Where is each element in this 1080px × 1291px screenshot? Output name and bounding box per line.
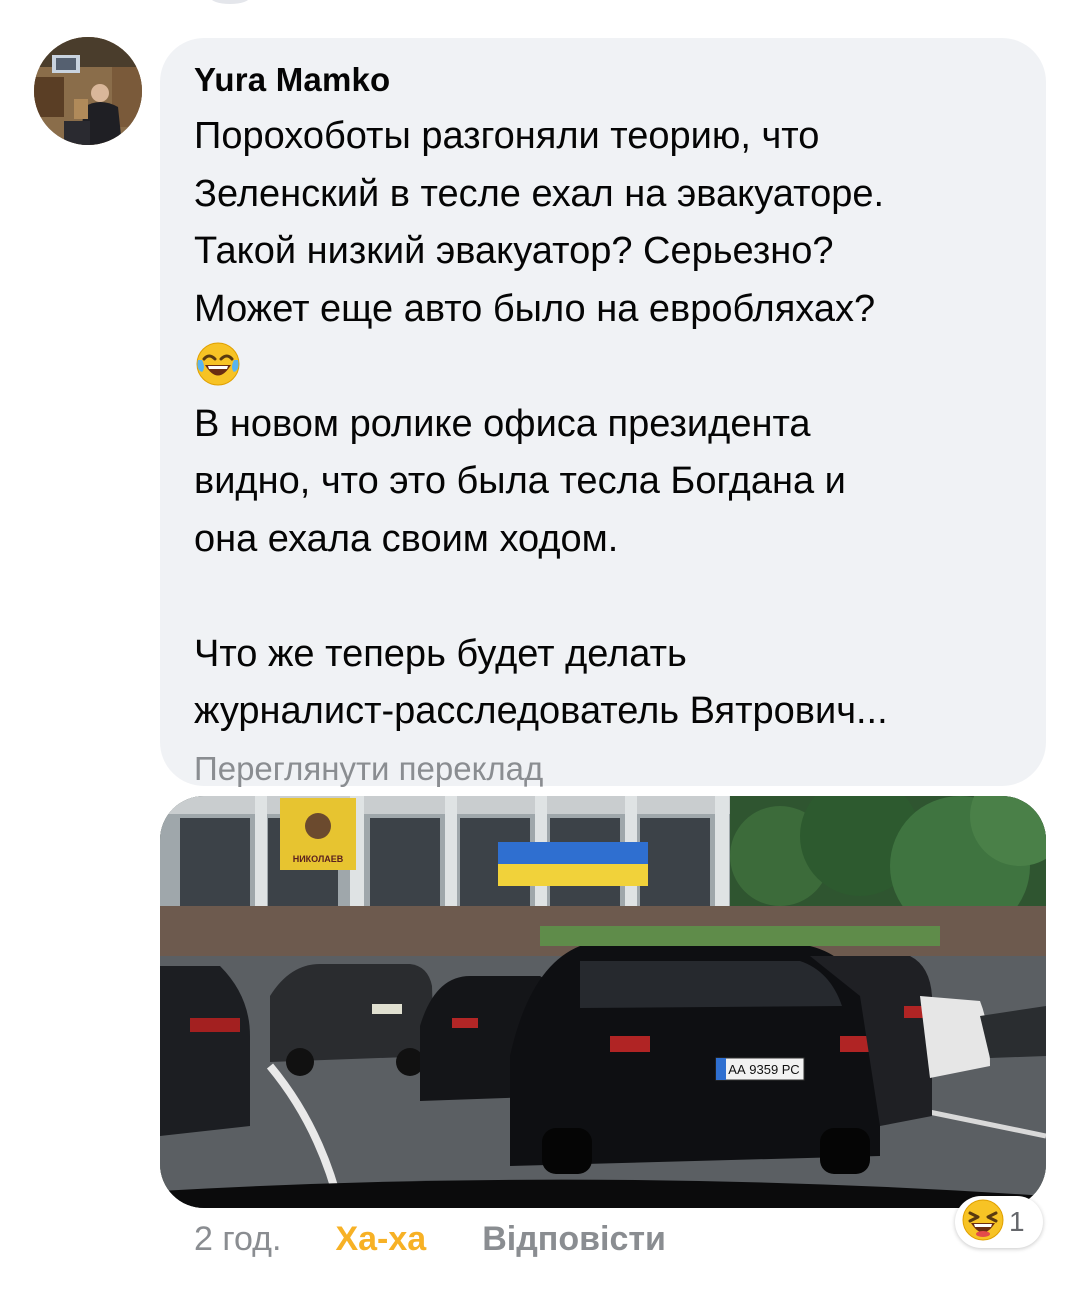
avatar-photo bbox=[34, 37, 142, 145]
comment-text-part1: Порохоботы разгоняли теорию, что Зеленск… bbox=[194, 115, 885, 330]
haha-reaction-icon bbox=[961, 1198, 1005, 1247]
haha-reaction-button[interactable]: Ха-ха bbox=[335, 1220, 426, 1259]
reply-button[interactable]: Відповісти bbox=[482, 1220, 666, 1259]
street-scene-image: НИКОЛАЕВ АА 9359 РС bbox=[160, 796, 1046, 1208]
comment-timestamp[interactable]: 2 год. bbox=[194, 1220, 281, 1259]
comment-author[interactable]: Yura Mamko bbox=[194, 60, 1012, 100]
avatar[interactable] bbox=[34, 37, 142, 145]
previous-comment-edge bbox=[210, 0, 250, 4]
see-translation-link[interactable]: Переглянути переклад bbox=[194, 747, 1012, 791]
license-plate: АА 9359 РС bbox=[728, 1062, 799, 1077]
comment-actions: 2 год. Ха-ха Відповісти bbox=[194, 1216, 666, 1262]
comment-photo[interactable]: НИКОЛАЕВ АА 9359 РС bbox=[160, 796, 1046, 1208]
reaction-summary[interactable]: 1 bbox=[955, 1196, 1043, 1248]
reaction-count: 1 bbox=[1009, 1206, 1025, 1237]
comment-bubble: Yura Mamko Порохоботы разгоняли теорию, … bbox=[160, 38, 1046, 787]
poster-text: НИКОЛАЕВ bbox=[293, 854, 344, 864]
comment-text-part2: В новом ролике офиса президента видно, ч… bbox=[194, 402, 888, 733]
tears-of-joy-emoji-icon bbox=[194, 340, 242, 393]
